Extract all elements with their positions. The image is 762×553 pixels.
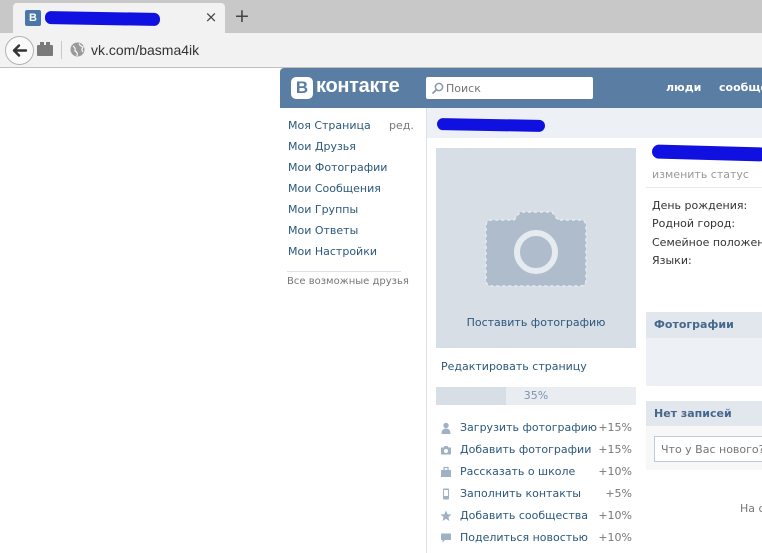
posts-header-label: Нет записей bbox=[654, 407, 732, 420]
task-tell-about-school[interactable]: Рассказать о школе +10% bbox=[440, 465, 636, 481]
profile-name-redaction bbox=[436, 118, 546, 132]
menu-item-my-photos[interactable]: Мои Фотографии bbox=[288, 161, 387, 174]
browser-toolbar: vk.com/basma4ik bbox=[0, 33, 762, 68]
possible-friends-link[interactable]: Все возможные друзья bbox=[287, 276, 409, 287]
task-fill-contacts[interactable]: Заполнить контакты +5% bbox=[440, 487, 636, 503]
progress-label: 35% bbox=[523, 389, 549, 402]
photos-block-header[interactable]: Фотографии bbox=[646, 312, 762, 338]
menu-item-my-groups[interactable]: Мои Группы bbox=[288, 203, 358, 216]
vk-logo-text[interactable]: контакте bbox=[316, 75, 400, 98]
arrow-left-icon bbox=[12, 44, 28, 57]
task-label: Добавить фотографии bbox=[460, 443, 592, 456]
menu-item-my-answers[interactable]: Мои Ответы bbox=[288, 224, 358, 237]
task-share-news[interactable]: Поделиться новостью +10% bbox=[440, 531, 636, 547]
profile-header-bar bbox=[426, 108, 762, 138]
info-separator bbox=[646, 187, 762, 188]
task-upload-photo[interactable]: Загрузить фотографию +15% bbox=[440, 421, 636, 437]
posts-block-header: Нет записей bbox=[646, 401, 762, 427]
search-input[interactable] bbox=[446, 80, 586, 96]
task-percent: +10% bbox=[598, 465, 632, 478]
info-birthday-label: День рождения: bbox=[652, 199, 748, 212]
search-box[interactable] bbox=[426, 77, 593, 99]
avatar-placeholder[interactable]: Поставить фотографию bbox=[436, 148, 636, 348]
user-icon bbox=[441, 422, 451, 434]
camera-icon bbox=[441, 446, 451, 455]
menu-item-my-page[interactable]: Моя Страница bbox=[288, 119, 371, 132]
new-post-input[interactable] bbox=[654, 436, 762, 462]
task-label: Добавить сообщества bbox=[460, 509, 588, 522]
task-percent: +15% bbox=[598, 443, 632, 456]
set-photo-link[interactable]: Поставить фотографию bbox=[436, 316, 636, 329]
info-relationship-label: Семейное положение: bbox=[652, 236, 762, 249]
toolbar-separator bbox=[61, 41, 62, 59]
history-icon[interactable] bbox=[37, 42, 53, 56]
briefcase-icon bbox=[441, 466, 451, 477]
edit-menu-link[interactable]: ред. bbox=[389, 119, 414, 132]
menu-item-my-settings[interactable]: Мои Настройки bbox=[288, 245, 377, 258]
star-icon bbox=[440, 510, 452, 521]
nav-people[interactable]: люди bbox=[666, 81, 701, 94]
task-percent: +15% bbox=[598, 421, 632, 434]
wall-empty-text: На с bbox=[740, 502, 762, 515]
task-percent: +5% bbox=[605, 487, 632, 500]
content-divider bbox=[426, 138, 427, 553]
speech-bubble-icon bbox=[441, 533, 451, 543]
browser-tab-strip: B × + bbox=[0, 0, 762, 33]
nav-communities[interactable]: сообще bbox=[719, 81, 762, 94]
vk-favicon-icon: B bbox=[25, 10, 41, 26]
task-percent: +10% bbox=[598, 531, 632, 544]
info-hometown-label: Родной город: bbox=[652, 217, 736, 230]
task-add-photos[interactable]: Добавить фотографии +15% bbox=[440, 443, 636, 459]
vk-header: В контакте люди сообще bbox=[280, 68, 762, 108]
task-label: Загрузить фотографию bbox=[460, 421, 598, 434]
change-status-link[interactable]: изменить статус bbox=[652, 168, 749, 181]
menu-item-my-friends[interactable]: Мои Друзья bbox=[288, 140, 356, 153]
edit-page-link[interactable]: Редактировать страницу bbox=[441, 360, 587, 373]
browser-tab[interactable]: B × bbox=[13, 3, 225, 33]
search-icon bbox=[432, 82, 444, 94]
profile-progress-bar: 35% bbox=[436, 387, 636, 405]
menu-divider bbox=[287, 271, 401, 272]
task-label: Поделиться новостью bbox=[460, 531, 588, 544]
close-tab-icon[interactable]: × bbox=[201, 7, 221, 27]
photos-header-label: Фотографии bbox=[654, 318, 734, 331]
task-percent: +10% bbox=[598, 509, 632, 522]
globe-icon bbox=[70, 42, 85, 57]
phone-icon bbox=[443, 488, 449, 500]
tab-title-redaction bbox=[44, 10, 161, 27]
task-label: Заполнить контакты bbox=[460, 487, 581, 500]
info-languages-label: Языки: bbox=[652, 254, 692, 267]
task-add-communities[interactable]: Добавить сообщества +10% bbox=[440, 509, 636, 525]
menu-item-my-messages[interactable]: Мои Сообщения bbox=[288, 182, 381, 195]
full-name-redaction bbox=[651, 144, 762, 162]
back-button[interactable] bbox=[5, 36, 34, 65]
task-label: Рассказать о школе bbox=[460, 465, 576, 478]
photos-block-body bbox=[646, 338, 762, 386]
vk-logo-icon[interactable]: В bbox=[291, 77, 313, 99]
address-bar[interactable]: vk.com/basma4ik bbox=[91, 42, 199, 58]
camera-icon bbox=[485, 211, 587, 287]
new-tab-button[interactable]: + bbox=[232, 6, 252, 26]
